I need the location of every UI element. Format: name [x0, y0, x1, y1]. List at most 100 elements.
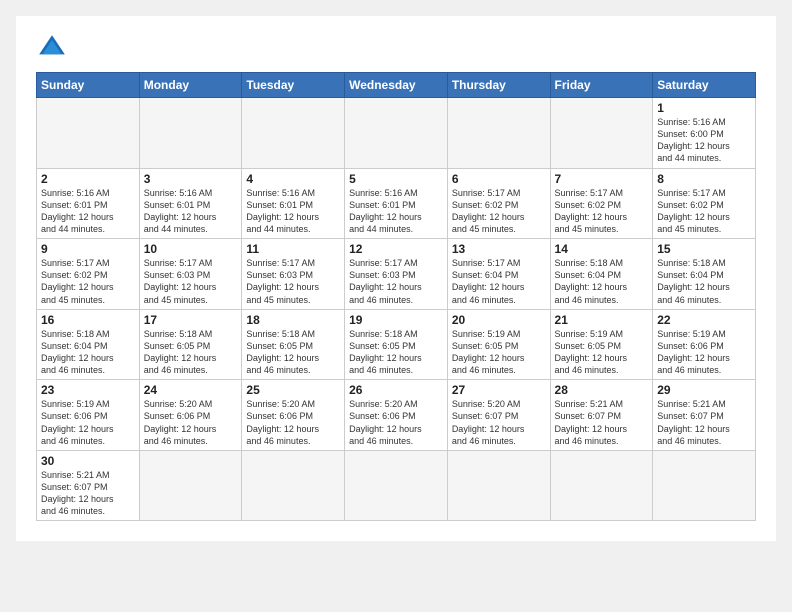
day-number: 23 [41, 383, 135, 397]
day-info: Sunrise: 5:19 AMSunset: 6:05 PMDaylight:… [452, 328, 546, 377]
day-info: Sunrise: 5:19 AMSunset: 6:06 PMDaylight:… [657, 328, 751, 377]
day-cell: 9Sunrise: 5:17 AMSunset: 6:02 PMDaylight… [37, 239, 140, 310]
day-number: 15 [657, 242, 751, 256]
day-cell [345, 450, 448, 521]
day-number: 29 [657, 383, 751, 397]
day-number: 13 [452, 242, 546, 256]
day-number: 20 [452, 313, 546, 327]
day-info: Sunrise: 5:20 AMSunset: 6:06 PMDaylight:… [246, 398, 340, 447]
day-info: Sunrise: 5:17 AMSunset: 6:02 PMDaylight:… [555, 187, 649, 236]
day-cell: 4Sunrise: 5:16 AMSunset: 6:01 PMDaylight… [242, 168, 345, 239]
day-info: Sunrise: 5:16 AMSunset: 6:01 PMDaylight:… [246, 187, 340, 236]
logo [36, 32, 72, 64]
day-cell: 1Sunrise: 5:16 AMSunset: 6:00 PMDaylight… [653, 98, 756, 169]
day-number: 16 [41, 313, 135, 327]
day-cell [550, 98, 653, 169]
day-cell: 16Sunrise: 5:18 AMSunset: 6:04 PMDayligh… [37, 309, 140, 380]
day-cell: 19Sunrise: 5:18 AMSunset: 6:05 PMDayligh… [345, 309, 448, 380]
day-number: 24 [144, 383, 238, 397]
day-cell [139, 450, 242, 521]
day-number: 14 [555, 242, 649, 256]
day-number: 26 [349, 383, 443, 397]
day-info: Sunrise: 5:20 AMSunset: 6:06 PMDaylight:… [144, 398, 238, 447]
day-cell: 7Sunrise: 5:17 AMSunset: 6:02 PMDaylight… [550, 168, 653, 239]
day-number: 9 [41, 242, 135, 256]
day-info: Sunrise: 5:17 AMSunset: 6:03 PMDaylight:… [349, 257, 443, 306]
day-cell: 11Sunrise: 5:17 AMSunset: 6:03 PMDayligh… [242, 239, 345, 310]
day-cell: 25Sunrise: 5:20 AMSunset: 6:06 PMDayligh… [242, 380, 345, 451]
day-cell: 23Sunrise: 5:19 AMSunset: 6:06 PMDayligh… [37, 380, 140, 451]
day-info: Sunrise: 5:16 AMSunset: 6:01 PMDaylight:… [144, 187, 238, 236]
col-header-wednesday: Wednesday [345, 73, 448, 98]
day-number: 12 [349, 242, 443, 256]
day-cell [37, 98, 140, 169]
day-cell: 6Sunrise: 5:17 AMSunset: 6:02 PMDaylight… [447, 168, 550, 239]
day-cell [447, 98, 550, 169]
day-info: Sunrise: 5:20 AMSunset: 6:06 PMDaylight:… [349, 398, 443, 447]
day-number: 7 [555, 172, 649, 186]
day-cell: 26Sunrise: 5:20 AMSunset: 6:06 PMDayligh… [345, 380, 448, 451]
day-cell [653, 450, 756, 521]
week-row-0: 1Sunrise: 5:16 AMSunset: 6:00 PMDaylight… [37, 98, 756, 169]
col-header-tuesday: Tuesday [242, 73, 345, 98]
day-info: Sunrise: 5:16 AMSunset: 6:01 PMDaylight:… [41, 187, 135, 236]
day-number: 25 [246, 383, 340, 397]
week-row-5: 30Sunrise: 5:21 AMSunset: 6:07 PMDayligh… [37, 450, 756, 521]
day-number: 19 [349, 313, 443, 327]
day-info: Sunrise: 5:21 AMSunset: 6:07 PMDaylight:… [555, 398, 649, 447]
day-info: Sunrise: 5:18 AMSunset: 6:05 PMDaylight:… [246, 328, 340, 377]
day-cell: 22Sunrise: 5:19 AMSunset: 6:06 PMDayligh… [653, 309, 756, 380]
day-number: 28 [555, 383, 649, 397]
day-number: 17 [144, 313, 238, 327]
day-cell: 27Sunrise: 5:20 AMSunset: 6:07 PMDayligh… [447, 380, 550, 451]
day-info: Sunrise: 5:17 AMSunset: 6:04 PMDaylight:… [452, 257, 546, 306]
day-cell: 29Sunrise: 5:21 AMSunset: 6:07 PMDayligh… [653, 380, 756, 451]
day-info: Sunrise: 5:18 AMSunset: 6:05 PMDaylight:… [144, 328, 238, 377]
day-cell: 5Sunrise: 5:16 AMSunset: 6:01 PMDaylight… [345, 168, 448, 239]
day-cell [139, 98, 242, 169]
day-number: 11 [246, 242, 340, 256]
day-number: 4 [246, 172, 340, 186]
week-row-3: 16Sunrise: 5:18 AMSunset: 6:04 PMDayligh… [37, 309, 756, 380]
day-info: Sunrise: 5:21 AMSunset: 6:07 PMDaylight:… [657, 398, 751, 447]
day-info: Sunrise: 5:18 AMSunset: 6:04 PMDaylight:… [657, 257, 751, 306]
day-cell: 2Sunrise: 5:16 AMSunset: 6:01 PMDaylight… [37, 168, 140, 239]
day-cell: 28Sunrise: 5:21 AMSunset: 6:07 PMDayligh… [550, 380, 653, 451]
day-cell: 13Sunrise: 5:17 AMSunset: 6:04 PMDayligh… [447, 239, 550, 310]
day-number: 10 [144, 242, 238, 256]
day-info: Sunrise: 5:17 AMSunset: 6:02 PMDaylight:… [41, 257, 135, 306]
day-info: Sunrise: 5:16 AMSunset: 6:00 PMDaylight:… [657, 116, 751, 165]
day-info: Sunrise: 5:17 AMSunset: 6:03 PMDaylight:… [246, 257, 340, 306]
day-cell: 14Sunrise: 5:18 AMSunset: 6:04 PMDayligh… [550, 239, 653, 310]
day-cell: 10Sunrise: 5:17 AMSunset: 6:03 PMDayligh… [139, 239, 242, 310]
day-info: Sunrise: 5:17 AMSunset: 6:02 PMDaylight:… [657, 187, 751, 236]
day-number: 21 [555, 313, 649, 327]
col-header-monday: Monday [139, 73, 242, 98]
day-number: 8 [657, 172, 751, 186]
day-number: 18 [246, 313, 340, 327]
day-info: Sunrise: 5:21 AMSunset: 6:07 PMDaylight:… [41, 469, 135, 518]
day-info: Sunrise: 5:16 AMSunset: 6:01 PMDaylight:… [349, 187, 443, 236]
day-number: 5 [349, 172, 443, 186]
header [36, 32, 756, 64]
col-header-thursday: Thursday [447, 73, 550, 98]
col-header-sunday: Sunday [37, 73, 140, 98]
week-row-4: 23Sunrise: 5:19 AMSunset: 6:06 PMDayligh… [37, 380, 756, 451]
day-number: 1 [657, 101, 751, 115]
day-cell [345, 98, 448, 169]
day-number: 2 [41, 172, 135, 186]
calendar-table: SundayMondayTuesdayWednesdayThursdayFrid… [36, 72, 756, 521]
day-cell [447, 450, 550, 521]
col-header-saturday: Saturday [653, 73, 756, 98]
day-cell: 20Sunrise: 5:19 AMSunset: 6:05 PMDayligh… [447, 309, 550, 380]
col-header-friday: Friday [550, 73, 653, 98]
day-info: Sunrise: 5:18 AMSunset: 6:05 PMDaylight:… [349, 328, 443, 377]
day-cell: 30Sunrise: 5:21 AMSunset: 6:07 PMDayligh… [37, 450, 140, 521]
day-number: 3 [144, 172, 238, 186]
day-info: Sunrise: 5:18 AMSunset: 6:04 PMDaylight:… [41, 328, 135, 377]
day-cell [242, 450, 345, 521]
day-cell: 3Sunrise: 5:16 AMSunset: 6:01 PMDaylight… [139, 168, 242, 239]
day-number: 6 [452, 172, 546, 186]
day-info: Sunrise: 5:17 AMSunset: 6:02 PMDaylight:… [452, 187, 546, 236]
day-cell: 24Sunrise: 5:20 AMSunset: 6:06 PMDayligh… [139, 380, 242, 451]
